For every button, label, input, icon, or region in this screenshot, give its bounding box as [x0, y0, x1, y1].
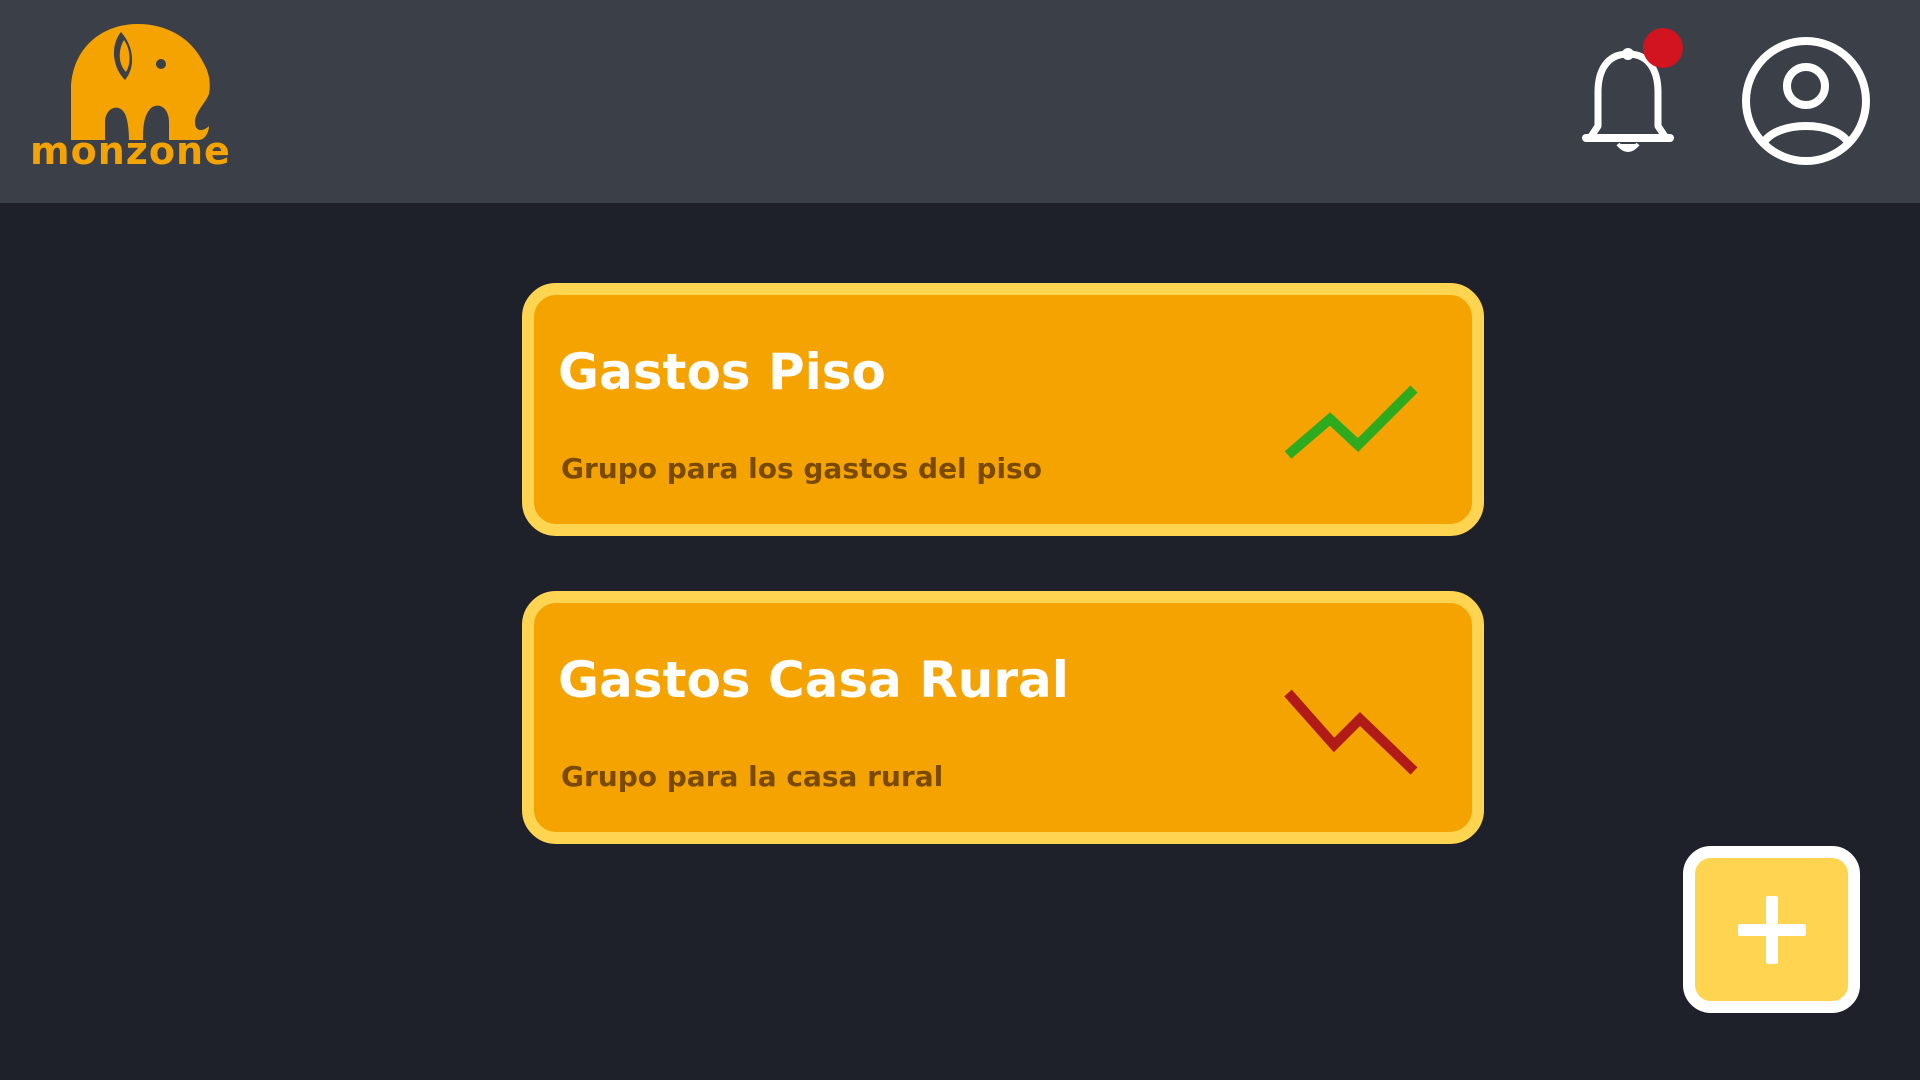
group-title: Gastos Piso — [558, 343, 886, 401]
user-circle-icon — [1742, 37, 1870, 165]
trend-up-icon — [1284, 385, 1418, 459]
group-title: Gastos Casa Rural — [558, 651, 1069, 709]
add-group-button[interactable] — [1683, 846, 1860, 1013]
group-list: Gastos Piso Grupo para los gastos del pi… — [522, 283, 1484, 899]
profile-button[interactable] — [1739, 34, 1873, 168]
top-bar: monzone — [0, 0, 1920, 203]
unread-notification-badge — [1643, 28, 1683, 68]
group-description: Grupo para la casa rural — [561, 760, 944, 793]
elephant-logo-icon — [71, 24, 210, 140]
group-card-gastos-piso[interactable]: Gastos Piso Grupo para los gastos del pi… — [522, 283, 1484, 536]
plus-icon — [1737, 895, 1806, 964]
trend-down-icon — [1284, 689, 1418, 775]
app-logo[interactable]: monzone — [30, 22, 250, 182]
group-card-gastos-casa-rural[interactable]: Gastos Casa Rural Grupo para la casa rur… — [522, 591, 1484, 844]
app-name: monzone — [30, 129, 231, 173]
group-description: Grupo para los gastos del piso — [561, 452, 1042, 485]
